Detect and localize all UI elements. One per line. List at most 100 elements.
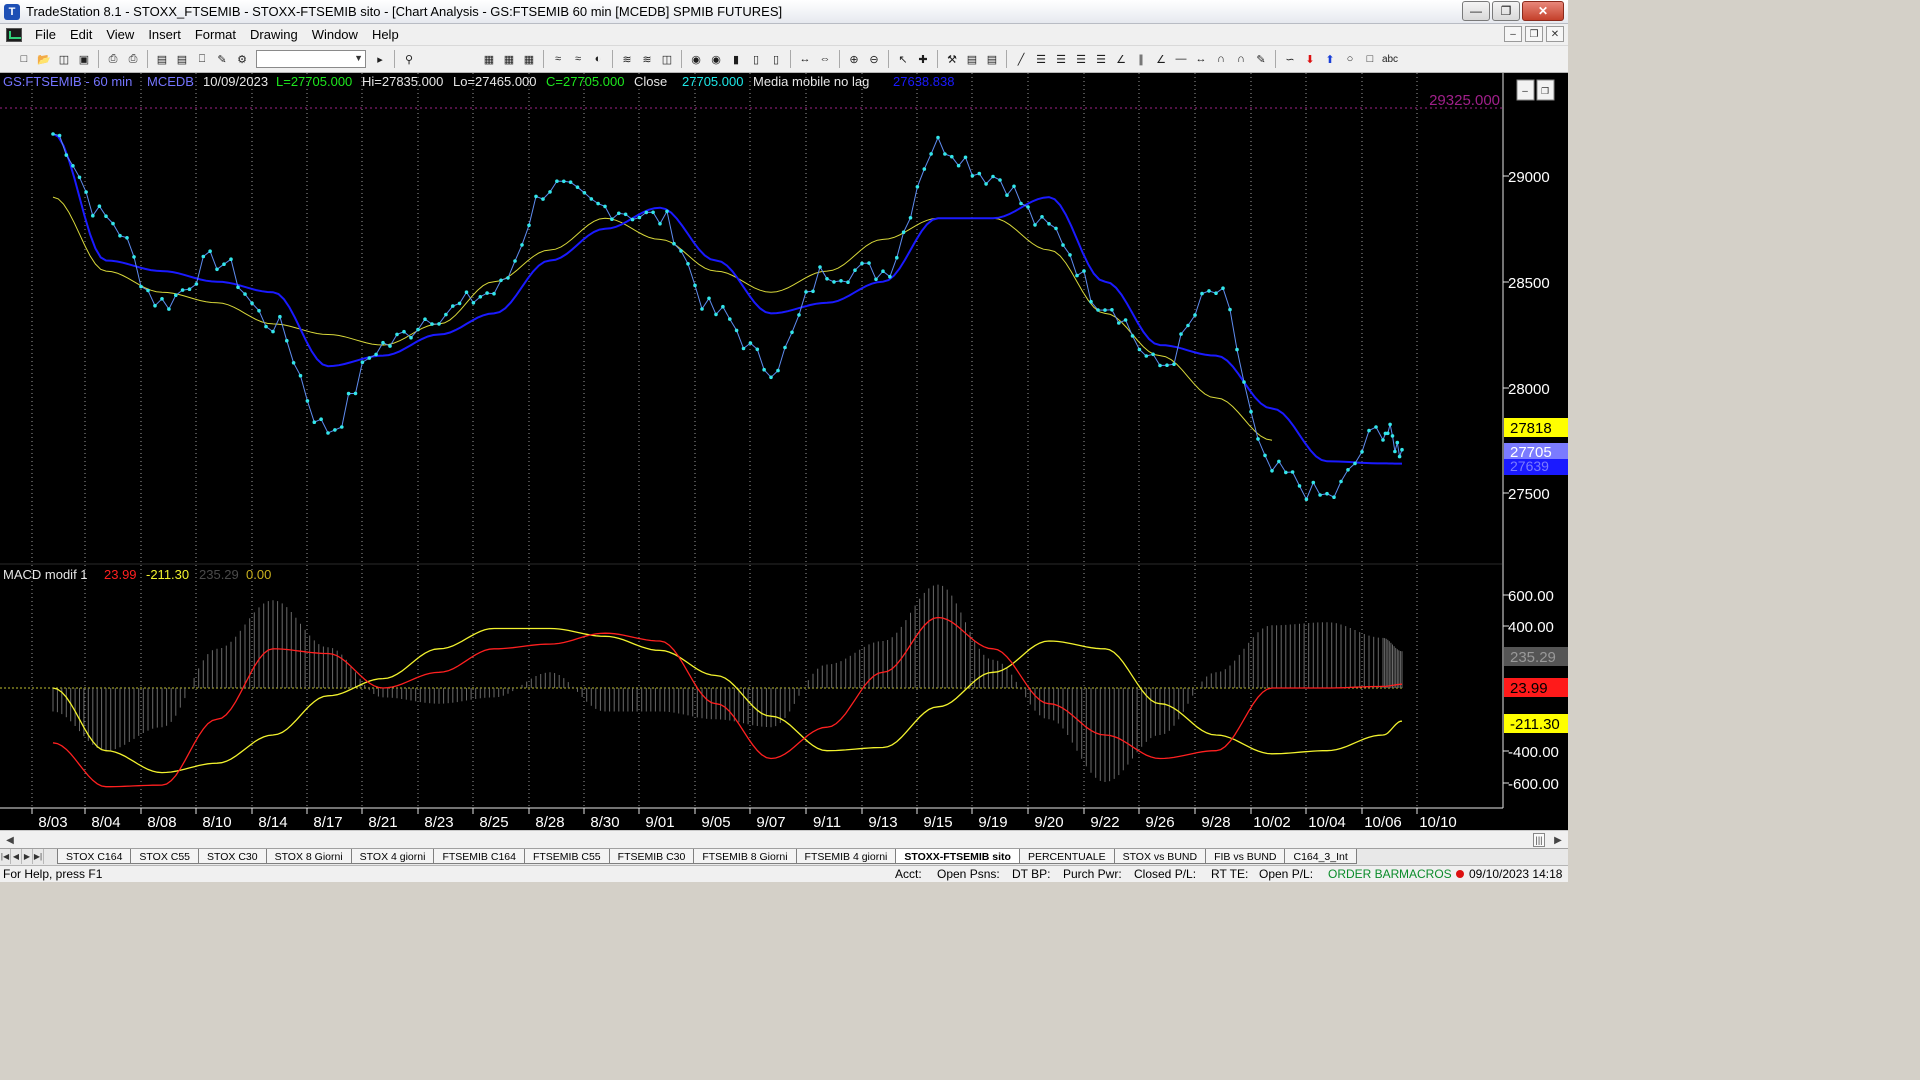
arrow-down-icon[interactable]: ⬇ [1302,51,1318,67]
pencil-icon[interactable]: ✎ [1253,51,1269,67]
toolbar-separator [147,50,148,68]
tab-stox-vs-bund[interactable]: STOX vs BUND [1113,849,1207,864]
print-icon[interactable]: ⎙ [105,51,121,67]
scroll-right-icon[interactable]: ▶ [1551,833,1565,847]
hline-icon[interactable]: — [1173,51,1189,67]
print-preview-icon[interactable]: ⎙ [125,51,141,67]
maximize-button[interactable]: ❐ [1492,1,1520,21]
indicator-icon[interactable]: ≋ [619,51,635,67]
pointer-icon[interactable]: ↖ [895,51,911,67]
tab-ftsemib-c30[interactable]: FTSEMIB C30 [608,849,695,864]
tab-ftsemib-c164[interactable]: FTSEMIB C164 [433,849,525,864]
bars-icon[interactable]: ▯ [748,51,764,67]
tab-percentuale[interactable]: PERCENTUALE [1018,849,1115,864]
drawing-icon[interactable]: ✎ [214,51,230,67]
menu-view[interactable]: View [99,24,141,46]
menu-insert[interactable]: Insert [141,24,188,46]
tab-fib-vs-bund[interactable]: FIB vs BUND [1205,849,1286,864]
curve-icon[interactable]: ∽ [1282,51,1298,67]
new-icon[interactable]: □ [16,51,32,67]
ellipse-icon[interactable]: ○ [1342,51,1358,67]
tab-next-icon[interactable]: ▶ [22,849,33,864]
tab-first-icon[interactable]: |◀ [0,849,11,864]
minimize-button[interactable]: — [1462,1,1490,21]
horizontal-scrollbar[interactable]: ◀ ||| ▶ [0,830,1568,848]
window-icon[interactable]: ▤ [154,51,170,67]
status-order-bar[interactable]: ORDER BAR [1328,867,1399,881]
tab-stox-c30[interactable]: STOX C30 [198,849,267,864]
menu-edit[interactable]: Edit [63,24,99,46]
bars-icon[interactable]: ▯ [768,51,784,67]
menu-drawing[interactable]: Drawing [243,24,305,46]
tab-stoxx-ftsemib-sito[interactable]: STOXX-FTSEMIB sito [895,849,1020,864]
arrow-up-icon[interactable]: ⬆ [1322,51,1338,67]
expand-icon[interactable]: ⇔ [817,51,833,67]
indicator-icon[interactable]: ◫ [659,51,675,67]
price-bar-dot [776,368,780,373]
crosshair-icon[interactable]: ✚ [915,51,931,67]
chart-icon[interactable]: ≈ [550,51,566,67]
menu-help[interactable]: Help [365,24,406,46]
lines-icon[interactable]: ☰ [1073,51,1089,67]
chart-analysis-window[interactable]: GS:FTSEMIB - 60 min MCEDB 10/09/2023 L=2… [0,73,1568,830]
mdi-restore-button[interactable]: ❐ [1525,26,1543,42]
menu-format[interactable]: Format [188,24,243,46]
menu-file[interactable]: File [28,24,63,46]
tab-ftsemib-c55[interactable]: FTSEMIB C55 [523,849,610,864]
grid-icon[interactable]: ▦ [501,51,517,67]
arc-icon[interactable]: ∩ [1213,51,1229,67]
symbol-icon[interactable]: ◉ [688,51,704,67]
fibonacci-icon[interactable]: ☰ [1093,51,1109,67]
fan-icon[interactable]: ∠ [1113,51,1129,67]
open-icon[interactable]: 📂 [36,51,52,67]
save-icon[interactable]: ▣ [76,51,92,67]
grid-icon[interactable]: ▦ [521,51,537,67]
channel-icon[interactable]: ∥ [1133,51,1149,67]
lock-icon[interactable]: ⎕ [194,51,210,67]
zoom-out-icon[interactable]: ⊖ [866,51,882,67]
tab-last-icon[interactable]: ▶| [33,849,44,864]
angle-icon[interactable]: ∠ [1153,51,1169,67]
chart-canvas[interactable]: GS:FTSEMIB - 60 min MCEDB 10/09/2023 L=2… [0,73,1568,830]
status-macros[interactable]: MACROS [1399,867,1452,881]
chart-document-icon[interactable] [6,27,22,42]
data-window-icon[interactable]: ▤ [984,51,1000,67]
tab-stox-8-giorni[interactable]: STOX 8 Giorni [265,849,352,864]
grid-icon[interactable]: ▦ [481,51,497,67]
candles-icon[interactable]: ▮ [728,51,744,67]
open-workspace-icon[interactable]: ◫ [56,51,72,67]
arc-icon[interactable]: ∩ [1233,51,1249,67]
settings-icon[interactable]: ⚙ [234,51,250,67]
compress-icon[interactable]: ↔ [797,51,813,67]
trendline-icon[interactable]: ╱ [1013,51,1029,67]
close-button[interactable]: ✕ [1522,1,1564,21]
find-icon[interactable]: ⚲ [401,51,417,67]
tools-icon[interactable]: ⚒ [944,51,960,67]
tab-stox-4-giorni[interactable]: STOX 4 giorni [350,849,435,864]
tab-stox-c164[interactable]: STOX C164 [57,849,132,864]
data-window-icon[interactable]: ▤ [964,51,980,67]
tab-c164-3-int[interactable]: C164_3_Int [1284,849,1357,864]
play-icon[interactable]: ▸ [372,51,388,67]
tab-ftsemib-4-giorni[interactable]: FTSEMIB 4 giorni [795,849,897,864]
symbol-icon[interactable]: ◉ [708,51,724,67]
chart-icon[interactable]: ≈ [570,51,586,67]
workspace-combo[interactable] [256,50,366,68]
tab-ftsemib-8-giorni[interactable]: FTSEMIB 8 Giorni [693,849,797,864]
menu-window[interactable]: Window [305,24,365,46]
mdi-minimize-button[interactable]: – [1504,26,1522,42]
mdi-close-button[interactable]: ✕ [1546,26,1564,42]
scroll-left-icon[interactable]: ◀ [3,833,17,847]
range-icon[interactable]: ↔ [1193,51,1209,67]
window-icon[interactable]: ▤ [174,51,190,67]
text-icon[interactable]: abc [1382,51,1398,67]
chart-icon[interactable]: ◐ [590,51,606,67]
lines-icon[interactable]: ☰ [1053,51,1069,67]
rectangle-icon[interactable]: □ [1362,51,1378,67]
tab-prev-icon[interactable]: ◀ [11,849,22,864]
indicator-icon[interactable]: ≋ [639,51,655,67]
zoom-in-icon[interactable]: ⊕ [846,51,862,67]
scroll-thumb[interactable]: ||| [1533,833,1545,847]
tab-stox-c55[interactable]: STOX C55 [130,849,199,864]
lines-icon[interactable]: ☰ [1033,51,1049,67]
